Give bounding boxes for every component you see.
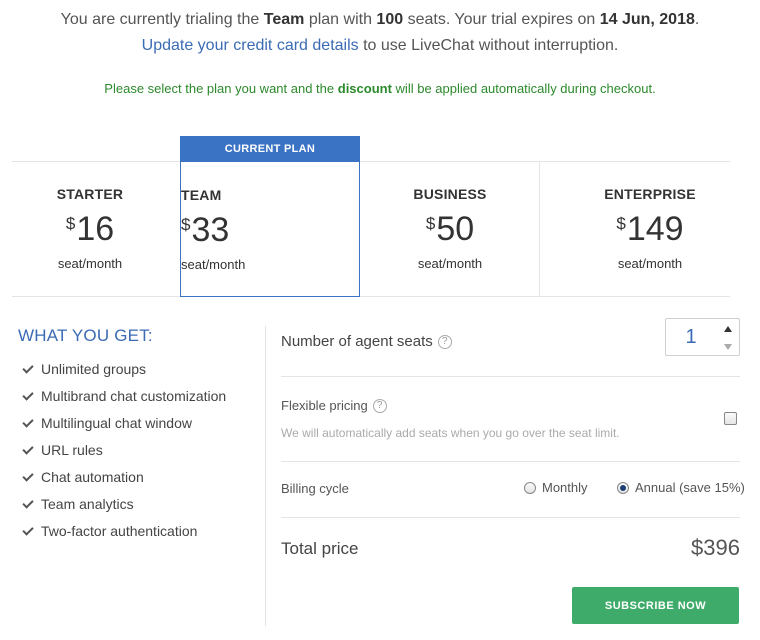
trial-mid: plan with (308, 11, 372, 28)
trial-mid2: seats. Your trial expires on (407, 11, 596, 28)
plans-bottom-divider (12, 296, 730, 297)
quantity-stepper[interactable]: 1 (665, 318, 740, 356)
list-item: Chat automation (22, 463, 226, 490)
total-price-value: $396 (691, 535, 740, 560)
plan-currency: $ (65, 214, 76, 233)
list-item: Two-factor authentication (22, 517, 226, 544)
check-icon (22, 525, 34, 537)
plan-name: ENTERPRISE (604, 186, 696, 202)
flexible-pricing-checkbox[interactable] (724, 412, 737, 425)
feature-label: Multibrand chat customization (41, 387, 227, 404)
plan-unit: seat/month (181, 257, 246, 272)
discount-notice: Please select the plan you want and the … (0, 81, 760, 96)
plan-amount: 16 (76, 210, 115, 248)
plan-card-business[interactable]: BUSINESS $50 seat/month (360, 162, 540, 296)
seats-value[interactable]: 1 (666, 319, 716, 355)
plan-card-team[interactable]: CURRENT PLAN TEAM $33 seat/month (180, 136, 360, 297)
plan-name: TEAM (181, 187, 222, 203)
plan-amount: 33 (191, 211, 230, 249)
trial-plan-name: Team (263, 11, 305, 28)
update-notice: Update your credit card details to use L… (0, 37, 760, 55)
list-item: Multibrand chat customization (22, 382, 226, 409)
plan-price: $16 (0, 210, 180, 249)
increment-button[interactable] (716, 319, 740, 337)
update-suffix: to use LiveChat without interruption. (363, 37, 619, 54)
seats-label: Number of agent seats ? (281, 333, 452, 350)
feature-label: Multilingual chat window (41, 414, 192, 431)
feature-label: Chat automation (41, 468, 144, 485)
features-title: WHAT YOU GET: (18, 326, 153, 345)
feature-label: Team analytics (41, 495, 134, 512)
trial-expiry-date: 14 Jun, 2018 (599, 11, 695, 28)
select-suffix: will be applied automatically during che… (395, 81, 656, 96)
check-icon (22, 471, 34, 483)
select-discount: discount (337, 81, 392, 96)
plan-name: BUSINESS (413, 186, 487, 202)
plan-currency: $ (425, 214, 436, 233)
trial-notice: You are currently trialing the Team plan… (0, 11, 760, 29)
plan-currency: $ (181, 215, 191, 234)
radio-icon (524, 481, 536, 494)
help-icon[interactable]: ? (437, 334, 452, 349)
subscribe-button[interactable]: SUBSCRIBE NOW (572, 587, 739, 624)
check-icon (22, 444, 34, 456)
arrow-up-icon (724, 326, 732, 332)
seats-label-text: Number of agent seats (281, 333, 433, 350)
plan-name: STARTER (56, 186, 124, 202)
help-icon[interactable]: ? (372, 398, 387, 413)
flexible-pricing-text: Flexible pricing (281, 398, 368, 413)
plan-unit: seat/month (417, 256, 483, 271)
feature-label: Two-factor authentication (41, 522, 198, 539)
feature-label: URL rules (41, 441, 103, 458)
decrement-button[interactable] (716, 337, 740, 355)
radio-selected-icon (617, 481, 629, 494)
select-prefix: Please select the plan you want and the (104, 81, 335, 96)
plan-card-starter[interactable]: STARTER $16 seat/month (0, 162, 180, 296)
trial-suffix: . (694, 11, 700, 28)
current-plan-banner: CURRENT PLAN (180, 136, 360, 162)
row-divider (281, 376, 740, 377)
list-item: Team analytics (22, 490, 226, 517)
features-list: Unlimited groups Multibrand chat customi… (22, 355, 226, 544)
billing-annual-radio[interactable]: Annual (save 15%) (617, 480, 745, 495)
billing-cycle-label: Billing cycle (281, 481, 349, 496)
trial-seats: 100 (376, 11, 404, 28)
plan-price: $33 (181, 211, 359, 250)
check-icon (22, 417, 34, 429)
plan-unit: seat/month (617, 256, 683, 271)
billing-annual-label: Annual (save 15%) (635, 480, 745, 495)
feature-label: Unlimited groups (41, 360, 147, 377)
billing-monthly-label: Monthly (542, 480, 588, 495)
check-icon (22, 390, 34, 402)
column-divider (265, 326, 266, 626)
plan-price: $149 (560, 210, 740, 249)
list-item: Multilingual chat window (22, 409, 226, 436)
plan-unit: seat/month (57, 256, 123, 271)
billing-monthly-radio[interactable]: Monthly (524, 480, 588, 495)
check-icon (22, 498, 34, 510)
row-divider (281, 461, 740, 462)
plan-currency: $ (616, 214, 626, 233)
check-icon (22, 363, 34, 375)
list-item: Unlimited groups (22, 355, 226, 382)
list-item: URL rules (22, 436, 226, 463)
flexible-pricing-label: Flexible pricing ? (281, 398, 387, 413)
flexible-pricing-description: We will automatically add seats when you… (281, 426, 620, 440)
plan-amount: 149 (626, 210, 684, 248)
arrow-down-icon (724, 344, 732, 350)
plan-card-enterprise[interactable]: ENTERPRISE $149 seat/month (560, 162, 740, 296)
trial-prefix: You are currently trialing the (60, 11, 260, 28)
plan-amount: 50 (436, 210, 475, 248)
row-divider (281, 517, 740, 518)
update-credit-card-link[interactable]: Update your credit card details (142, 37, 359, 54)
plan-price: $50 (360, 210, 540, 249)
total-price-label: Total price (281, 539, 359, 558)
